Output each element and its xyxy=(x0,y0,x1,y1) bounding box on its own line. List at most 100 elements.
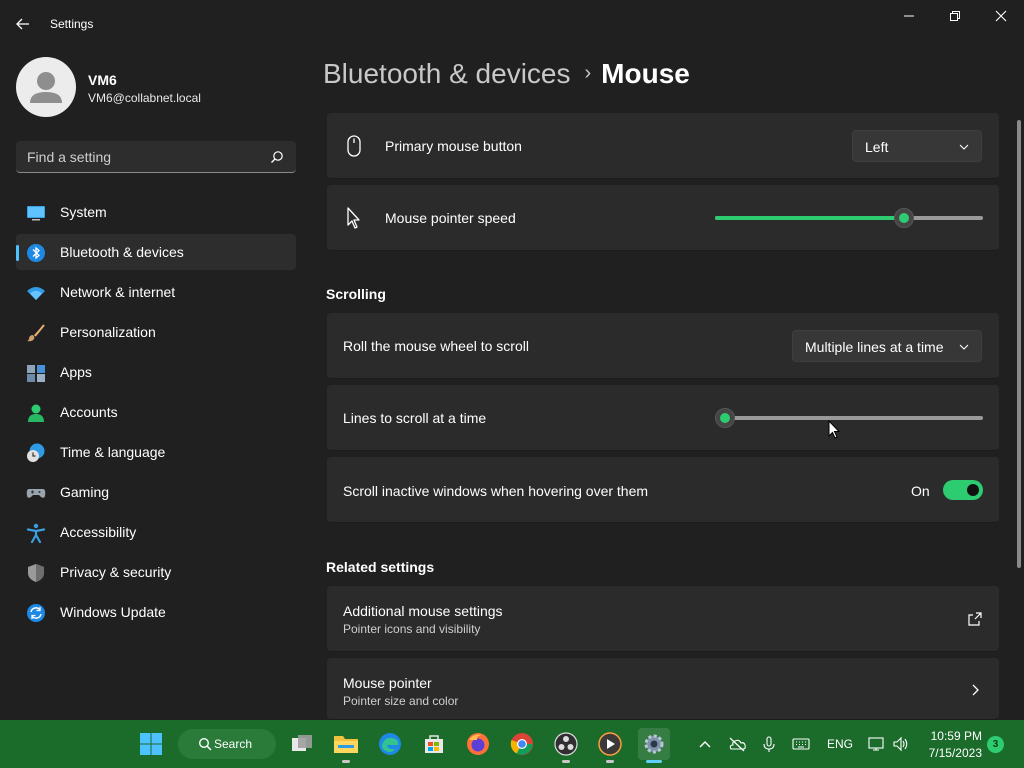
shield-icon xyxy=(28,564,44,582)
scroll-inactive-toggle[interactable] xyxy=(943,480,983,500)
taskbar-media-player[interactable] xyxy=(594,728,626,763)
edge-icon xyxy=(379,733,401,755)
mouse-pointer-sub: Pointer size and color xyxy=(343,694,459,708)
sidebar-item-system[interactable]: System xyxy=(16,194,296,230)
input-language[interactable]: ENG xyxy=(827,737,853,751)
taskbar-obs[interactable] xyxy=(550,728,582,763)
microphone-icon[interactable] xyxy=(760,736,778,752)
roll-wheel-label: Roll the mouse wheel to scroll xyxy=(343,338,529,354)
primary-mouse-button-dropdown[interactable]: Left xyxy=(852,130,982,162)
lines-to-scroll-slider[interactable] xyxy=(715,408,983,428)
gear-icon xyxy=(644,734,664,754)
network-icon[interactable] xyxy=(868,736,886,752)
mouse-pointer-speed-card: Mouse pointer speed xyxy=(327,185,999,251)
scroll-inactive-label: Scroll inactive windows when hovering ov… xyxy=(343,483,649,499)
user-profile[interactable]: VM6 VM6@collabnet.local xyxy=(16,57,296,117)
sidebar-item-accounts[interactable]: Accounts xyxy=(16,394,296,430)
update-icon xyxy=(27,604,45,622)
sidebar-item-gaming[interactable]: Gaming xyxy=(16,474,296,510)
sidebar-item-apps[interactable]: Apps xyxy=(16,354,296,390)
minimize-icon xyxy=(904,15,914,17)
user-silhouette-icon xyxy=(30,72,62,103)
task-view-button[interactable] xyxy=(286,728,318,760)
chevron-up-icon[interactable] xyxy=(696,736,714,752)
system-icon xyxy=(27,206,45,221)
roll-wheel-dropdown[interactable]: Multiple lines at a time xyxy=(792,330,982,362)
sidebar-item-bluetooth-devices[interactable]: Bluetooth & devices xyxy=(16,234,296,270)
taskbar: Search ENG 10:59 PM 7/15/2023 3 xyxy=(0,720,1024,768)
sidebar-item-accessibility[interactable]: Accessibility xyxy=(16,514,296,550)
windows-logo-icon xyxy=(140,733,162,755)
gamepad-icon xyxy=(26,489,46,498)
slider-thumb[interactable] xyxy=(894,208,914,228)
slider-thumb[interactable] xyxy=(715,408,735,428)
minimize-button[interactable] xyxy=(886,0,932,32)
page-title: Mouse xyxy=(601,58,690,89)
toggle-knob xyxy=(967,484,979,496)
apps-icon xyxy=(27,365,45,382)
sidebar-item-windows-update[interactable]: Windows Update xyxy=(16,594,296,630)
taskbar-edge[interactable] xyxy=(374,728,406,760)
profile-name: VM6 xyxy=(88,72,117,88)
lines-to-scroll-card: Lines to scroll at a time xyxy=(327,385,999,451)
primary-mouse-button-label: Primary mouse button xyxy=(385,138,522,154)
notification-badge[interactable]: 3 xyxy=(987,736,1004,753)
sidebar-item-label: Windows Update xyxy=(60,604,166,620)
onedrive-offline-icon[interactable] xyxy=(728,736,746,752)
mouse-pointer-card[interactable]: Mouse pointer Pointer size and color xyxy=(327,658,999,720)
sidebar-item-network[interactable]: Network & internet xyxy=(16,274,296,310)
search-input[interactable]: Find a setting xyxy=(16,141,296,173)
mouse-pointer-speed-label: Mouse pointer speed xyxy=(385,210,516,226)
additional-mouse-settings-card[interactable]: Additional mouse settings Pointer icons … xyxy=(327,586,999,652)
search-icon xyxy=(271,151,283,163)
clock-time[interactable]: 10:59 PM xyxy=(926,729,982,743)
volume-icon[interactable] xyxy=(892,736,910,752)
chevron-down-icon xyxy=(959,144,969,150)
scrolling-section-title: Scrolling xyxy=(326,286,386,302)
chrome-icon xyxy=(510,733,533,755)
start-button[interactable] xyxy=(135,728,167,760)
taskbar-store[interactable] xyxy=(418,728,450,760)
running-indicator xyxy=(606,760,614,763)
taskbar-settings[interactable] xyxy=(638,728,670,763)
avatar xyxy=(16,57,76,117)
back-button[interactable] xyxy=(12,12,36,36)
sidebar-item-label: Gaming xyxy=(60,484,110,500)
taskbar-chrome[interactable] xyxy=(506,728,538,760)
back-arrow-icon xyxy=(16,18,29,30)
restore-button[interactable] xyxy=(932,0,978,32)
profile-email: VM6@collabnet.local xyxy=(88,91,201,105)
sidebar-item-time-language[interactable]: Time & language xyxy=(16,434,296,470)
sidebar-item-label: Apps xyxy=(60,364,92,380)
taskbar-search-button[interactable]: Search xyxy=(178,729,276,759)
related-settings-title: Related settings xyxy=(326,559,435,575)
keyboard-icon[interactable] xyxy=(792,736,810,752)
toggle-state-label: On xyxy=(911,483,930,499)
wifi-icon xyxy=(27,287,45,300)
close-icon xyxy=(995,10,1007,22)
sidebar-item-label: Personalization xyxy=(60,324,156,340)
close-button[interactable] xyxy=(978,0,1024,32)
dropdown-value: Multiple lines at a time xyxy=(805,339,944,355)
sidebar-item-privacy-security[interactable]: Privacy & security xyxy=(16,554,296,590)
primary-mouse-button-card: Primary mouse button Left xyxy=(327,113,999,179)
pointer-speed-slider[interactable] xyxy=(715,208,983,228)
sidebar-item-personalization[interactable]: Personalization xyxy=(16,314,296,350)
bluetooth-icon xyxy=(27,244,45,262)
running-indicator xyxy=(342,760,350,763)
clock-date[interactable]: 7/15/2023 xyxy=(920,746,982,760)
breadcrumb: Bluetooth & devices › Mouse xyxy=(323,58,690,90)
scrollbar[interactable] xyxy=(1017,120,1021,568)
sidebar-item-label: System xyxy=(60,204,107,220)
external-link-icon xyxy=(968,612,982,626)
pointer-arrow-icon xyxy=(347,207,360,229)
taskbar-file-explorer[interactable] xyxy=(330,728,362,763)
mouse-icon xyxy=(347,135,361,157)
search-icon xyxy=(198,737,212,751)
sidebar-item-label: Bluetooth & devices xyxy=(60,244,184,260)
running-indicator xyxy=(562,760,570,763)
breadcrumb-parent[interactable]: Bluetooth & devices xyxy=(323,58,571,89)
taskbar-firefox[interactable] xyxy=(462,728,494,760)
sidebar-item-label: Privacy & security xyxy=(60,564,172,580)
brush-icon xyxy=(27,324,45,342)
